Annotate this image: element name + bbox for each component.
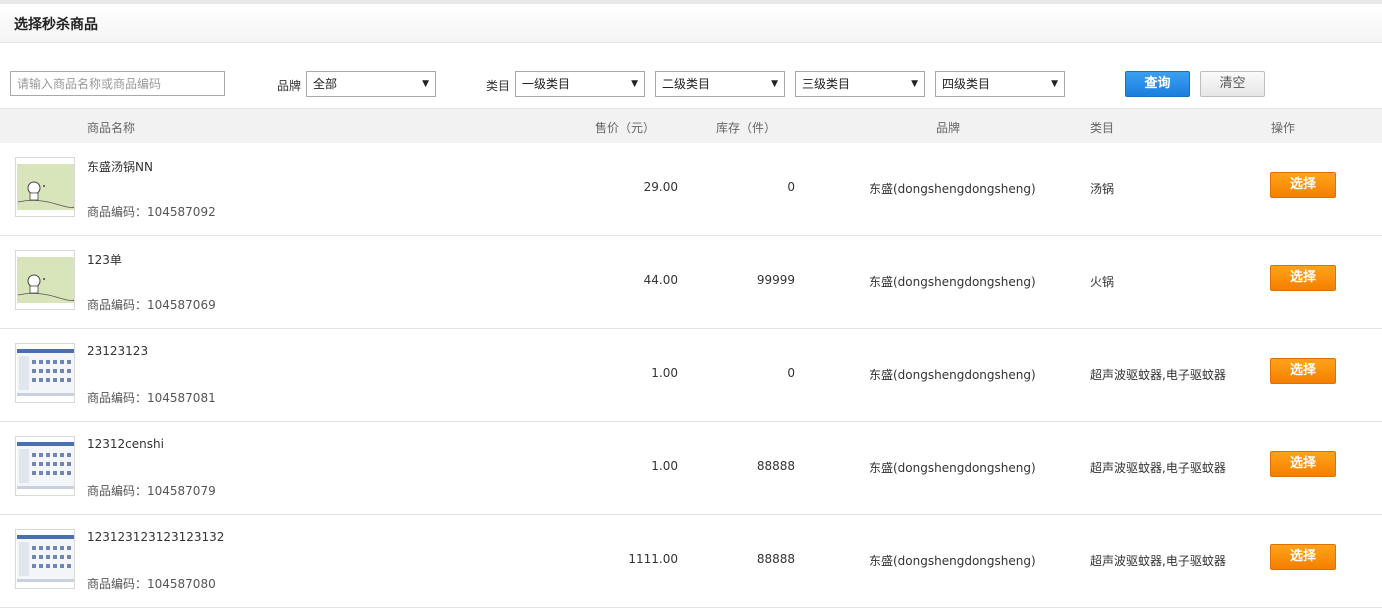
- category-level1-select[interactable]: 一级类目 ▼: [515, 71, 645, 97]
- product-category: 超声波驱蚊器,电子驱蚊器: [1090, 554, 1226, 568]
- header-category: 类目: [1090, 121, 1115, 135]
- chevron-down-icon: ▼: [631, 79, 638, 89]
- search-input[interactable]: [10, 71, 225, 96]
- product-category: 汤锅: [1090, 182, 1115, 196]
- product-thumbnail: [15, 250, 75, 310]
- product-price: 29.00: [643, 180, 678, 194]
- product-brand: 东盛(dongshengdongsheng): [869, 368, 1036, 382]
- category-label: 类目: [486, 79, 511, 93]
- brand-label: 品牌: [277, 79, 302, 93]
- product-price: 44.00: [643, 273, 678, 287]
- product-code: 商品编码：104587081: [87, 391, 216, 405]
- chevron-down-icon: ▼: [422, 79, 429, 89]
- chevron-down-icon: ▼: [911, 79, 918, 89]
- category-level3-value: 三级类目: [802, 77, 851, 91]
- select-button[interactable]: 选择: [1270, 172, 1336, 198]
- product-code: 商品编码：104587069: [87, 298, 216, 312]
- clear-button[interactable]: 清空: [1200, 71, 1265, 97]
- table-row: 123123123123123132 商品编码：104587080 1111.0…: [0, 514, 1382, 608]
- product-name: 12312censhi: [87, 437, 164, 451]
- category-level4-select[interactable]: 四级类目 ▼: [935, 71, 1065, 97]
- title-bar: 选择秒杀商品: [0, 4, 1382, 43]
- product-thumbnail: [15, 436, 75, 496]
- chevron-down-icon: ▼: [771, 79, 778, 89]
- product-stock: 0: [787, 366, 795, 380]
- product-price: 1.00: [651, 366, 678, 380]
- product-stock: 88888: [756, 459, 795, 473]
- product-stock: 88888: [756, 552, 795, 566]
- category-level2-value: 二级类目: [662, 77, 711, 91]
- category-level3-select[interactable]: 三级类目 ▼: [795, 71, 925, 97]
- product-code: 商品编码：104587080: [87, 577, 216, 591]
- product-brand: 东盛(dongshengdongsheng): [869, 554, 1036, 568]
- product-name: 123单: [87, 253, 122, 267]
- table-row: 123单 商品编码：104587069 44.00 99999 东盛(dongs…: [0, 235, 1382, 329]
- page-title: 选择秒杀商品: [14, 17, 98, 33]
- header-price: 售价（元）: [595, 121, 656, 135]
- product-thumbnail: [15, 343, 75, 403]
- product-category: 火锅: [1090, 275, 1115, 289]
- product-code: 商品编码：104587079: [87, 484, 216, 498]
- chevron-down-icon: ▼: [1051, 79, 1058, 89]
- category-level4-value: 四级类目: [942, 77, 991, 91]
- header-name: 商品名称: [87, 121, 136, 135]
- brand-select[interactable]: 全部 ▼: [306, 71, 436, 97]
- brand-select-value: 全部: [313, 77, 338, 91]
- product-name: 东盛汤锅NN: [87, 160, 153, 174]
- product-category: 超声波驱蚊器,电子驱蚊器: [1090, 461, 1226, 475]
- product-stock: 0: [787, 180, 795, 194]
- product-thumbnail: [15, 529, 75, 589]
- product-brand: 东盛(dongshengdongsheng): [869, 461, 1036, 475]
- product-price: 1111.00: [628, 552, 678, 566]
- category-level1-value: 一级类目: [522, 77, 571, 91]
- product-name: 123123123123123132: [87, 530, 225, 544]
- table-row: 东盛汤锅NN 商品编码：104587092 29.00 0 东盛(dongshe…: [0, 142, 1382, 236]
- query-button[interactable]: 查询: [1125, 71, 1190, 97]
- table-row: 23123123 商品编码：104587081 1.00 0 东盛(dongsh…: [0, 328, 1382, 422]
- product-thumbnail: [15, 157, 75, 217]
- product-code: 商品编码：104587092: [87, 205, 216, 219]
- select-button[interactable]: 选择: [1270, 544, 1336, 570]
- table-header: 商品名称 售价（元） 库存（件） 品牌 类目 操作: [0, 108, 1382, 143]
- product-brand: 东盛(dongshengdongsheng): [869, 182, 1036, 196]
- product-brand: 东盛(dongshengdongsheng): [869, 275, 1036, 289]
- select-button[interactable]: 选择: [1270, 265, 1336, 291]
- select-button[interactable]: 选择: [1270, 451, 1336, 477]
- header-stock: 库存（件）: [716, 121, 777, 135]
- product-category: 超声波驱蚊器,电子驱蚊器: [1090, 368, 1226, 382]
- product-name: 23123123: [87, 344, 149, 358]
- select-button[interactable]: 选择: [1270, 358, 1336, 384]
- header-brand: 品牌: [936, 121, 961, 135]
- product-stock: 99999: [756, 273, 795, 287]
- table-row: 12312censhi 商品编码：104587079 1.00 88888 东盛…: [0, 421, 1382, 515]
- header-action: 操作: [1271, 121, 1296, 135]
- category-level2-select[interactable]: 二级类目 ▼: [655, 71, 785, 97]
- product-price: 1.00: [651, 459, 678, 473]
